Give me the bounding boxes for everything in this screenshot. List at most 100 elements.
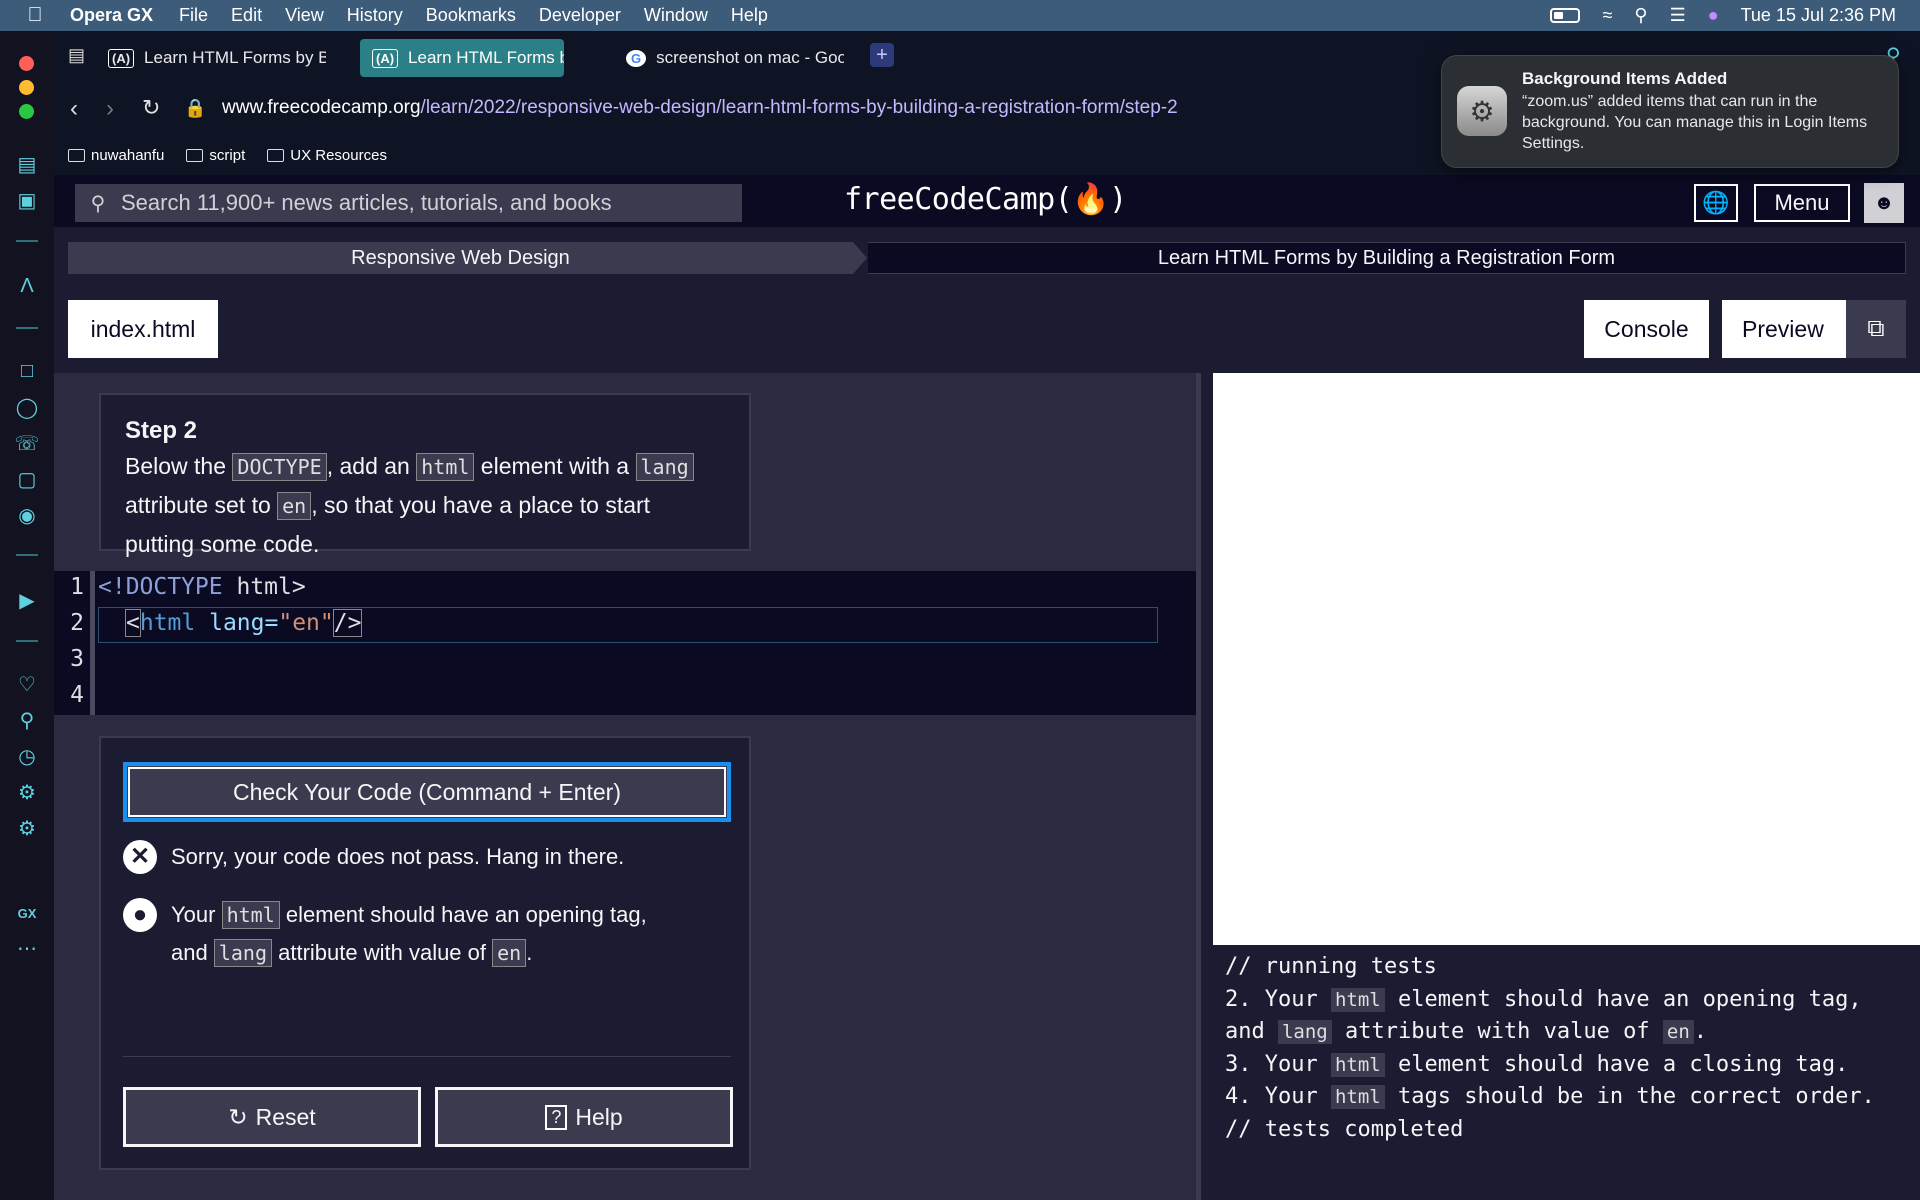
history-icon[interactable]: ◷ [13, 742, 41, 770]
tab-3[interactable]: G screenshot on mac - Goo [614, 39, 844, 77]
close-circle-icon: ✕ [123, 840, 157, 874]
reset-button[interactable]: ↻ Reset [123, 1087, 421, 1147]
menu-edit[interactable]: Edit [231, 5, 262, 26]
console-line: and lang attribute with value of en. [1225, 1016, 1908, 1049]
reset-label: Reset [255, 1103, 316, 1130]
tab-label: screenshot on mac - Goo [656, 48, 844, 67]
text: Below the [125, 453, 233, 479]
app-menu[interactable]: Opera GX [70, 5, 153, 26]
discord-icon[interactable]: ◉ [13, 501, 41, 529]
tab-overview-icon[interactable]: ▤ [68, 45, 85, 66]
url-field[interactable]: www.freecodecamp.org/learn/2022/responsi… [222, 97, 1178, 119]
menu-view[interactable]: View [285, 5, 324, 26]
lock-icon[interactable]: 🔒 [184, 98, 206, 119]
extensions-icon[interactable]: ⚙ [13, 778, 41, 806]
text: Your [171, 902, 222, 927]
more-icon[interactable]: ⋯ [13, 934, 41, 962]
text: attribute with value of [1331, 1019, 1663, 1044]
menu-file[interactable]: File [179, 5, 208, 26]
back-icon[interactable]: ‹ [70, 95, 78, 123]
help-button[interactable]: ? Help [435, 1087, 733, 1147]
gx-control-icon[interactable]: ▤ [13, 150, 41, 178]
control-center-icon[interactable]: ☰ [1670, 5, 1686, 26]
step-instructions: Step 2 Below the DOCTYPE, add an html el… [99, 393, 751, 557]
whatsapp-icon[interactable]: ☏ [13, 429, 41, 457]
player-icon[interactable]: ▶ [13, 586, 41, 614]
console-button[interactable]: Console [1584, 300, 1709, 358]
google-favicon-icon: G [626, 49, 647, 67]
bookmark-label: script [209, 146, 246, 164]
pin-icon[interactable]: ⚲ [13, 706, 41, 734]
menu-help[interactable]: Help [731, 5, 768, 26]
console-line: // tests completed [1225, 1116, 1464, 1142]
search-icon: ⚲ [90, 192, 106, 215]
spotlight-icon[interactable]: ⚲ [1634, 5, 1647, 26]
step-title: Step 2 [125, 417, 198, 444]
code-token: lang= [195, 610, 279, 636]
messenger-icon[interactable]: ◯ [13, 393, 41, 421]
settings-icon[interactable]: ⚙ [13, 814, 41, 842]
fcc-logo[interactable]: freeCodeCamp(🔥) [844, 182, 1127, 217]
siri-icon[interactable]: ● [1708, 5, 1719, 26]
menu-history[interactable]: History [347, 5, 403, 26]
wifi-icon[interactable]: ≈ [1602, 5, 1612, 26]
opera-sidebar: ▤ ▣ Λ □ ◯ ☏ ▢ ◉ ▶ ♡ ⚲ ◷ ⚙ ⚙ GX ⋯ [0, 31, 54, 1200]
bookmark-folder[interactable]: UX Resources [267, 147, 387, 164]
popout-icon[interactable]: ⧉ [1846, 300, 1906, 358]
twitch-icon[interactable]: □ [13, 357, 41, 385]
aria-icon[interactable]: Λ [13, 272, 41, 300]
fcc-navbar: ⚲ Search 11,900+ news articles, tutorial… [54, 175, 1920, 227]
menu-button[interactable]: Menu [1754, 184, 1850, 222]
background-items-notification[interactable]: ⚙ Background Items Added “zoom.us” added… [1441, 55, 1899, 168]
editor-scrollbar[interactable] [1196, 373, 1201, 1200]
fail-text: Sorry, your code does not pass. Hang in … [171, 844, 625, 869]
gx-corner-icon[interactable]: ▣ [13, 186, 41, 214]
forward-icon[interactable]: › [106, 95, 114, 123]
bookmark-folder[interactable]: nuwahanfu [68, 147, 164, 164]
code-editor[interactable]: 1 2 3 4 <!DOCTYPE html> <html lang="en"/… [54, 571, 1201, 715]
search-input[interactable]: ⚲ Search 11,900+ news articles, tutorial… [75, 184, 742, 222]
notification-body: “zoom.us” added items that can run in th… [1522, 93, 1868, 152]
text: attribute set to [125, 492, 278, 518]
menu-window[interactable]: Window [644, 5, 708, 26]
preview-button[interactable]: Preview ⧉ [1722, 300, 1906, 358]
gx-logo-icon[interactable]: GX [13, 899, 41, 927]
avatar[interactable]: ☻ [1864, 183, 1904, 223]
menu-developer[interactable]: Developer [539, 5, 621, 26]
inline-code: lang [213, 939, 272, 967]
close-window-icon[interactable] [19, 56, 34, 71]
fcc-favicon-icon: (A) [372, 48, 399, 68]
breadcrumb-superblock[interactable]: Responsive Web Design [68, 242, 867, 274]
console-line: // running tests [1225, 954, 1437, 979]
text: . [1693, 1019, 1708, 1044]
minimize-window-icon[interactable] [19, 80, 34, 95]
code-line-1[interactable]: <!DOCTYPE html> [98, 574, 306, 600]
instagram-icon[interactable]: ▢ [13, 465, 41, 493]
code-token: <!DOCTYPE [98, 574, 223, 600]
bookmark-folder[interactable]: script [186, 147, 245, 164]
battery-icon[interactable] [1550, 8, 1581, 23]
reload-icon[interactable]: ↻ [142, 95, 160, 121]
menubar-clock[interactable]: Tue 15 Jul 2:36 PM [1741, 5, 1896, 26]
tab-1[interactable]: (A) Learn HTML Forms by Bui [96, 39, 326, 77]
code-line-2[interactable]: <html lang="en"/> [125, 609, 363, 637]
file-tab-index-html[interactable]: index.html [68, 300, 218, 358]
check-code-button[interactable]: Check Your Code (Command + Enter) [123, 762, 731, 822]
menu-bookmarks[interactable]: Bookmarks [426, 5, 516, 26]
sidebar-divider [16, 327, 38, 329]
editor-pane: Step 2 Below the DOCTYPE, add an html el… [54, 373, 1201, 1200]
hint-text: Your html element should have an opening… [171, 896, 683, 972]
zoom-window-icon[interactable] [19, 104, 34, 119]
tab-2-active[interactable]: (A) Learn HTML Forms by Bu [360, 39, 564, 77]
new-tab-icon[interactable]: + [870, 43, 894, 67]
heart-icon[interactable]: ♡ [13, 670, 41, 698]
folder-icon [186, 148, 204, 162]
language-globe-icon[interactable]: 🌐 [1694, 184, 1738, 222]
apple-icon[interactable]:  [0, 4, 70, 27]
divider [123, 1056, 731, 1057]
lightbulb-icon: ● [123, 898, 157, 932]
help-label: Help [575, 1103, 623, 1130]
breadcrumb-block[interactable]: Learn HTML Forms by Building a Registrat… [868, 242, 1906, 274]
sidebar-divider [16, 240, 38, 242]
text: 2. Your [1225, 986, 1331, 1012]
